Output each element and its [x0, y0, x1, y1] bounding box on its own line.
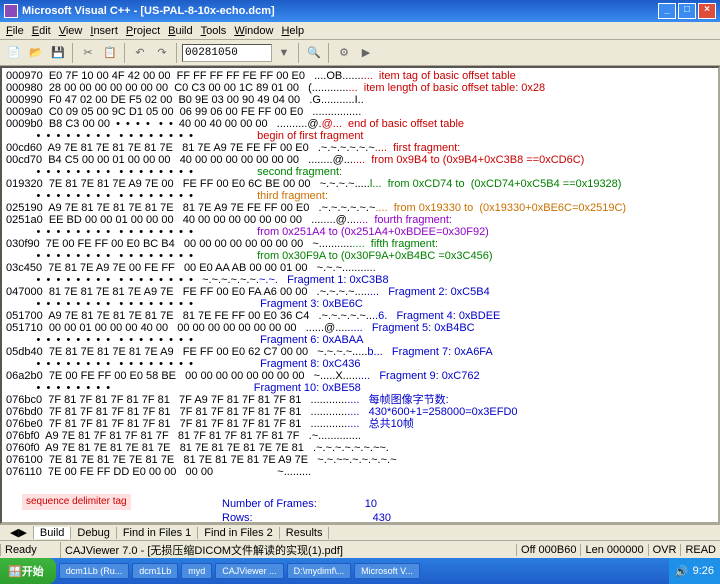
- find-icon[interactable]: 🔍: [304, 43, 324, 63]
- maximize-button[interactable]: □: [678, 3, 696, 19]
- redo-icon[interactable]: ↷: [152, 43, 172, 63]
- menu-project[interactable]: Project: [126, 25, 160, 37]
- menu-window[interactable]: Window: [234, 25, 273, 37]
- status-read: READ: [680, 544, 720, 556]
- tab-debug[interactable]: Debug: [71, 527, 116, 539]
- menu-build[interactable]: Build: [168, 25, 192, 37]
- tab-build[interactable]: Build: [34, 527, 71, 539]
- task-item[interactable]: dcm1Lb: [132, 563, 178, 579]
- sequence-label: sequence delimiter tag: [22, 494, 131, 510]
- task-item[interactable]: Microsoft V...: [354, 563, 420, 579]
- statusbar: Ready CAJViewer 7.0 - [无损压缩DICOM文件解读的实现(…: [0, 540, 720, 558]
- save-icon[interactable]: 💾: [48, 43, 68, 63]
- menu-help[interactable]: Help: [281, 25, 304, 37]
- copy-icon[interactable]: 📋: [100, 43, 120, 63]
- task-item[interactable]: myd: [181, 563, 212, 579]
- task-item[interactable]: D:\mydimf\...: [287, 563, 352, 579]
- status-offset: Off 000B60: [516, 544, 580, 556]
- app-icon: [4, 4, 18, 18]
- tab-find1[interactable]: Find in Files 1: [117, 527, 198, 539]
- output-tabs: ◀▶ Build Debug Find in Files 1 Find in F…: [0, 524, 720, 540]
- menu-view[interactable]: View: [59, 25, 83, 37]
- cut-icon[interactable]: ✂: [78, 43, 98, 63]
- titlebar: Microsoft Visual C++ - [US-PAL-8-10x-ech…: [0, 0, 720, 22]
- dropdown-icon[interactable]: ▼: [274, 43, 294, 63]
- new-icon[interactable]: 📄: [4, 43, 24, 63]
- menubar: File Edit View Insert Project Build Tool…: [0, 22, 720, 40]
- info-panel: Number of Frames: 10 Rows: 430 Columns: …: [222, 486, 391, 524]
- status-len: Len 000000: [580, 544, 647, 556]
- close-button[interactable]: ×: [698, 3, 716, 19]
- window-title: Microsoft Visual C++ - [US-PAL-8-10x-ech…: [22, 5, 275, 17]
- menu-file[interactable]: File: [6, 25, 24, 37]
- taskbar: 🪟 开始 dcm1Lb (Ru... dcm1Lb myd CAJViewer …: [0, 558, 720, 584]
- debug-icon[interactable]: ▶: [356, 43, 376, 63]
- hex-view[interactable]: 000970 E0 7F 10 00 4F 42 00 00 FF FF FF …: [0, 66, 720, 524]
- start-button[interactable]: 🪟 开始: [0, 558, 56, 584]
- task-item[interactable]: dcm1Lb (Ru...: [59, 563, 130, 579]
- open-icon[interactable]: 📂: [26, 43, 46, 63]
- status-doc: CAJViewer 7.0 - [无损压缩DICOM文件解读的实现(1).pdf…: [60, 542, 516, 558]
- status-ready: Ready: [0, 544, 60, 556]
- undo-icon[interactable]: ↶: [130, 43, 150, 63]
- task-item[interactable]: CAJViewer ...: [215, 563, 283, 579]
- menu-insert[interactable]: Insert: [90, 25, 118, 37]
- minimize-button[interactable]: _: [658, 3, 676, 19]
- build-icon[interactable]: ⚙: [334, 43, 354, 63]
- status-ovr: OVR: [648, 544, 681, 556]
- tab-results[interactable]: Results: [280, 527, 330, 539]
- address-input[interactable]: [182, 44, 272, 62]
- toolbar: 📄 📂 💾 ✂ 📋 ↶ ↷ ▼ 🔍 ⚙ ▶: [0, 40, 720, 66]
- menu-edit[interactable]: Edit: [32, 25, 51, 37]
- tray[interactable]: 🔊 9:26: [669, 558, 720, 584]
- tab-find2[interactable]: Find in Files 2: [198, 527, 279, 539]
- menu-tools[interactable]: Tools: [201, 25, 227, 37]
